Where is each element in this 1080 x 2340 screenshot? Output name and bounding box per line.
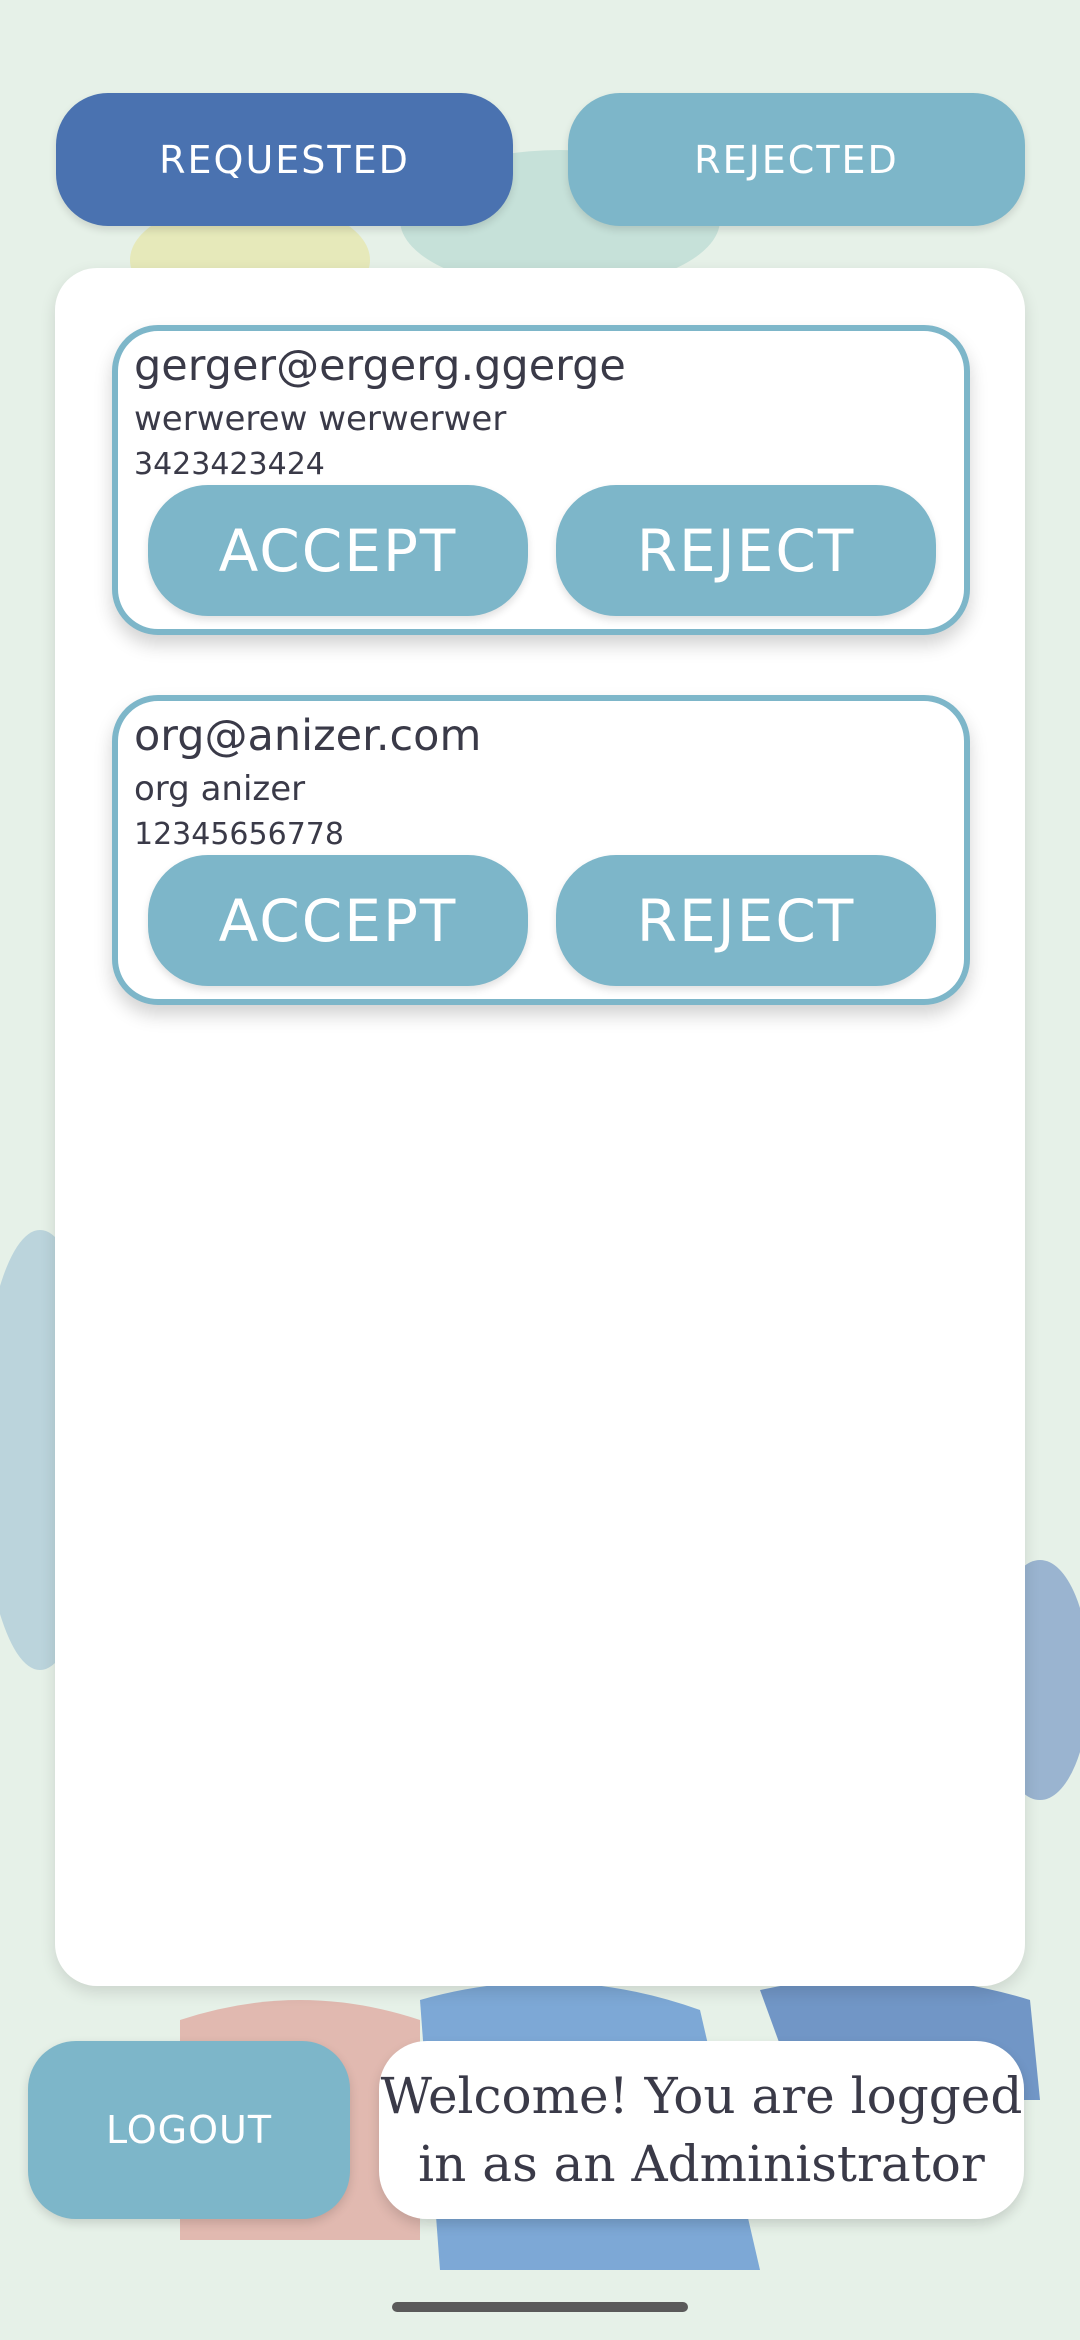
- request-email: org@anizer.com: [134, 711, 482, 761]
- request-card: org@anizer.com org anizer 12345656778 AC…: [112, 695, 970, 1005]
- accept-button[interactable]: ACCEPT: [148, 855, 528, 986]
- request-card: gerger@ergerg.ggerge werwerew werwerwer …: [112, 325, 970, 635]
- welcome-message: Welcome! You are logged in as an Adminis…: [379, 2041, 1024, 2219]
- home-indicator[interactable]: [392, 2302, 688, 2312]
- requests-panel: gerger@ergerg.ggerge werwerew werwerwer …: [55, 268, 1025, 1986]
- request-phone: 12345656778: [134, 817, 344, 852]
- request-name: werwerew werwerwer: [134, 399, 507, 439]
- reject-button[interactable]: REJECT: [556, 485, 936, 616]
- tab-rejected[interactable]: REJECTED: [568, 93, 1025, 226]
- request-phone: 3423423424: [134, 447, 325, 482]
- logout-button[interactable]: LOGOUT: [28, 2041, 350, 2219]
- welcome-line-2: in as an Administrator: [418, 2135, 985, 2193]
- welcome-line-1: Welcome! You are logged: [380, 2067, 1023, 2125]
- request-name: org anizer: [134, 769, 306, 809]
- accept-button[interactable]: ACCEPT: [148, 485, 528, 616]
- request-email: gerger@ergerg.ggerge: [134, 341, 626, 391]
- tab-requested[interactable]: REQUESTED: [56, 93, 513, 226]
- reject-button[interactable]: REJECT: [556, 855, 936, 986]
